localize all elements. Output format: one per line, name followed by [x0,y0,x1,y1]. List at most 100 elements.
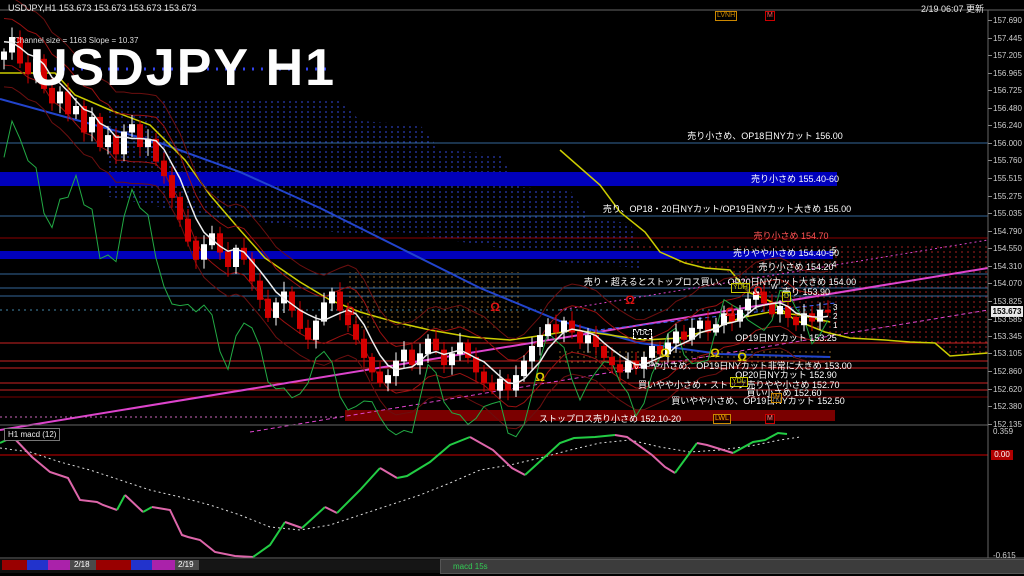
macd-main-line [284,521,303,529]
price-axis-label: 154.790 [993,226,1022,236]
axis-tick [988,301,992,303]
marker-box: YDC [633,329,652,339]
axis-tick [988,335,992,337]
marker-box: YDH [731,283,750,293]
level-annotation: 売り、OP18・20日NYカット/OP19日NYカット大きめ 155.00 [602,204,852,214]
candle-body [697,320,703,329]
level-annotation: 買いやや小さめ、OP19日NYカット 152.50 [671,396,845,406]
level-annotation: ストップロス売り小さめ 152.10-20 [538,414,682,424]
omega-marker-red: Ω [490,300,500,314]
price-axis-label: 155.760 [993,156,1022,166]
price-axis-label: 153.825 [993,297,1022,307]
horizontal-scrollbar[interactable]: macd 15s [440,559,1024,574]
timeline-date-label: 2/18 [74,560,90,569]
candle-body [577,331,583,344]
marker-box: YDL [730,377,748,387]
candle-body [329,291,335,304]
axis-tick [988,406,992,408]
timeline-bar[interactable]: macd 15s 2/18 2/19 [0,559,1024,574]
candle-body [793,316,799,326]
candle-body [113,135,119,155]
candle-body [745,298,751,311]
candle-body [433,338,439,351]
candle-body [361,338,367,358]
price-axis-label: 153.345 [993,331,1022,341]
macd-main-line [151,506,254,558]
macd-main-line [324,506,338,514]
candle-body [169,175,175,198]
marker-box: W [770,284,779,292]
candle-body [777,306,783,315]
omega-marker-red: Ω [753,284,763,298]
candle-body [161,160,167,177]
omega-marker-yellow: Ω [660,346,670,360]
macd-main-line [674,442,698,474]
axis-tick [988,160,992,162]
omega-marker-red: Ω [345,304,355,318]
price-axis-label: 156.240 [993,121,1022,131]
price-axis-label: 156.000 [993,138,1022,148]
candle-body [193,240,199,260]
price-axis-label: 154.310 [993,261,1022,271]
omega-marker-yellow: Ω [737,350,747,364]
marker-box: LWL [713,414,731,424]
candle-body [617,364,623,373]
marker-box: W [771,393,782,403]
level-annotation: 売り・超えるとストップロス買い、OP20日NYカット大きめ 154.00 [583,277,857,287]
candle-body [457,342,463,355]
price-axis-label: 154.550 [993,244,1022,254]
candle-body [441,349,447,366]
axis-tick [988,142,992,144]
axis-tick [988,283,992,285]
timeline-segment [96,560,131,570]
candle-body [497,378,503,391]
price-zone-band [0,251,833,259]
omega-marker-red: Ω [625,293,635,307]
candle-body [337,291,343,311]
marker-box: M [765,414,775,424]
price-axis-label: 153.105 [993,349,1022,359]
macd-main-line [396,436,471,479]
candle-body [401,349,407,362]
marker-box: M [765,11,775,21]
scrollbar-indicator-text: macd 15s [453,562,488,571]
level-number: 3 [833,303,838,312]
candle-body [449,353,455,366]
level-annotation: 売り小さめ 154.20 [758,262,834,272]
axis-tick [988,248,992,250]
macd-main-line [124,494,144,513]
candle-body [73,106,79,115]
update-timestamp: 2/19 06:07 更新 [920,4,984,14]
candle-body [297,309,303,329]
macd-main-line [614,434,676,474]
macd-main-line [142,506,153,513]
price-axis-label: 156.725 [993,86,1022,96]
candle-body [825,309,831,313]
macd-signal-line [0,436,801,531]
price-axis-label: 156.480 [993,103,1022,113]
mt4-chart-window: USDJPY,H1 153.673 153.673 153.673 153.67… [0,0,1024,576]
marker-box: D [782,292,792,302]
candle-body [89,116,95,133]
timeline-date-label: 2/19 [178,560,194,569]
candle-body [289,291,295,311]
macd-indicator-label: H1 macd (12) [4,428,61,441]
price-axis-label: 153.585 [993,314,1022,324]
candle-body [817,309,823,322]
axis-tick [988,318,992,320]
timeline-segment [27,560,48,570]
price-axis-label: 155.035 [993,209,1022,219]
axis-tick [988,55,992,57]
price-axis-label: 154.070 [993,279,1022,289]
axis-tick [988,125,992,127]
candle-body [273,302,279,318]
axis-tick [988,213,992,215]
candle-body [585,335,591,344]
macd-main-line [252,521,286,558]
candle-body [145,138,151,148]
candle-body [425,338,431,355]
candle-body [257,280,263,300]
price-zone-band [0,172,837,186]
axis-tick [988,388,992,390]
candle-body [489,382,495,391]
